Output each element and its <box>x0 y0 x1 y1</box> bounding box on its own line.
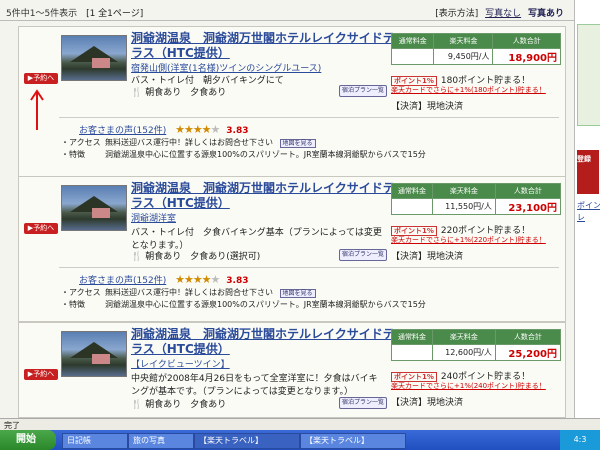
taskbar-item-rakuten-1[interactable]: 【楽天トラベル】 <box>194 433 300 449</box>
plan-name-link[interactable]: 【レイクビューツイン】 <box>131 357 230 370</box>
meals-info: 🍴 朝食あり 夕食あり(選択可) <box>131 252 261 262</box>
sidebar-register-banner[interactable]: 登録 <box>577 150 599 194</box>
access-label: ・アクセス <box>61 288 101 297</box>
price-table: 通常料金 楽天料金 人数合計 12,600円/人 25,200円 <box>391 329 562 361</box>
view-mode-label: [表示方法] <box>435 9 479 19</box>
payment-info: 【決済】現地決済 <box>391 398 464 408</box>
normal-price <box>391 344 433 361</box>
result-count-text: 5件中1～5件表示 <box>6 9 78 19</box>
start-button[interactable]: 開始 <box>0 430 56 450</box>
plan-list-button[interactable]: 宿泊プラン一覧 <box>339 397 387 409</box>
taskbar-item-diary[interactable]: 日記帳 <box>62 433 128 449</box>
plan-list-button[interactable]: 宿泊プラン一覧 <box>339 85 387 97</box>
plan-name-link[interactable]: 洞爺湖洋室 <box>131 211 176 224</box>
star-rating: ★★★★★ <box>175 123 220 136</box>
review-score: 3.83 <box>226 126 249 136</box>
total-price-header: 人数合計 <box>494 329 562 345</box>
result-count: 5件中1～5件表示 [1 全1ページ] <box>6 6 143 19</box>
sidebar-panel <box>577 24 600 126</box>
price-table: 通常料金 楽天料金 人数合計 9,450円/人 18,900円 <box>390 33 561 65</box>
hotel-name-link[interactable]: 洞爺湖温泉 洞爺湖万世閣ホテルレイクサイドテラス（HTC提供） <box>131 181 401 211</box>
rakuten-price-header: 楽天料金 <box>433 33 494 49</box>
reviews-link[interactable]: お客さまの声(152件) <box>79 276 166 286</box>
hotel-photo[interactable] <box>61 331 127 377</box>
access-label: ・アクセス <box>61 138 101 147</box>
rakuten-price: 11,550円/人 <box>431 198 496 215</box>
hotel-name-link[interactable]: 洞爺湖温泉 洞爺湖万世閣ホテルレイクサイドテラス（HTC提供） <box>131 31 401 61</box>
browser-content: 5件中1～5件表示 [1 全1ページ] [表示方法] 写真なし 写真あり ▶予約… <box>0 0 574 418</box>
reviews-row: お客さまの声(152件) ★★★★★ 3.83 <box>79 123 249 136</box>
access-row: ・アクセス 無料送迎バス運行中！詳しくはお問合せ下さい 地図を見る <box>61 287 561 298</box>
meals-info: 🍴 朝食あり 夕食あり <box>131 88 227 98</box>
reserve-button[interactable]: ▶予約へ <box>24 73 58 84</box>
hotel-name-link[interactable]: 洞爺湖温泉 洞爺湖万世閣ホテルレイクサイドテラス（HTC提供） <box>131 327 401 357</box>
feature-text: 洞爺湖温泉中心に位置する源泉100%のスパリゾート。JR室蘭本線洞爺駅からバスで… <box>105 150 426 159</box>
total-price: 23,100円 <box>494 198 562 215</box>
normal-price <box>390 48 435 65</box>
meals-info: 🍴 朝食あり 夕食あり <box>131 400 227 410</box>
plan-description: 中央館が2008年4月26日をもって全室洋室に！夕食はバイキングが基本です。（プ… <box>131 374 378 397</box>
red-arrow-annotation <box>30 89 44 130</box>
taskbar-item-rakuten-2[interactable]: 【楽天トラベル】 <box>300 433 406 449</box>
normal-price <box>391 198 433 215</box>
reserve-button[interactable]: ▶予約へ <box>24 369 58 380</box>
access-text: 無料送迎バス運行中！詳しくはお問合せ下さい <box>105 288 273 297</box>
plan-list-button[interactable]: 宿泊プラン一覧 <box>339 249 387 261</box>
meal-icon: 🍴 <box>131 252 143 262</box>
total-price: 25,200円 <box>494 344 562 361</box>
access-row: ・アクセス 無料送迎バス運行中！詳しくはお問合せ下さい 地図を見る <box>61 137 561 148</box>
feature-label: ・特徴 <box>61 150 85 159</box>
view-no-photo-link[interactable]: 写真なし <box>485 9 521 19</box>
rakuten-price: 12,600円/人 <box>431 344 496 361</box>
hotel-photo[interactable] <box>61 185 127 231</box>
system-tray[interactable]: 4:3 <box>560 430 600 450</box>
normal-price-header: 通常料金 <box>391 183 433 199</box>
hotel-card-3: ▶予約へ 洞爺湖温泉 洞爺湖万世閣ホテルレイクサイドテラス（HTC提供） 【レイ… <box>18 322 566 418</box>
reserve-button[interactable]: ▶予約へ <box>24 223 58 234</box>
taskbar: 開始 日記帳 旅の写真 【楽天トラベル】 【楽天トラベル】 4:3 <box>0 430 600 450</box>
feature-label: ・特徴 <box>61 300 85 309</box>
meal-icon: 🍴 <box>131 88 143 98</box>
normal-price-header: 通常料金 <box>391 329 433 345</box>
map-button[interactable]: 地図を見る <box>279 139 316 148</box>
reviews-link[interactable]: お客さまの声(152件) <box>79 126 166 136</box>
total-price-header: 人数合計 <box>492 33 561 49</box>
results-bar: 5件中1～5件表示 [1 全1ページ] [表示方法] 写真なし 写真あり <box>0 0 574 21</box>
hotel-card-1: ▶予約へ 洞爺湖温泉 洞爺湖万世閣ホテルレイクサイドテラス（HTC提供） 宿発山… <box>18 26 566 178</box>
sidebar-link[interactable]: レ <box>577 212 585 223</box>
right-sidebar: 登録 ポイン レ <box>574 0 600 418</box>
card-promo-link[interactable]: 楽天カードでさらに+1%(240ポイント)貯まる！ <box>391 381 546 391</box>
payment-info: 【決済】現地決済 <box>391 252 464 262</box>
feature-row: ・特徴 洞爺湖温泉中心に位置する源泉100%のスパリゾート。JR室蘭本線洞爺駅から… <box>61 299 561 310</box>
card-promo-link[interactable]: 楽天カードでさらに+1%(180ポイント)貯まる！ <box>391 85 546 95</box>
review-score: 3.83 <box>226 276 249 286</box>
payment-info: 【決済】現地決済 <box>391 102 464 112</box>
total-price: 18,900円 <box>492 48 561 65</box>
rakuten-price-header: 楽天料金 <box>431 183 496 199</box>
page-info: [1 全1ページ] <box>86 9 144 19</box>
rakuten-price: 9,450円/人 <box>433 48 494 65</box>
hotel-card-2: ▶予約へ 洞爺湖温泉 洞爺湖万世閣ホテルレイクサイドテラス（HTC提供） 洞爺湖… <box>18 176 566 322</box>
view-photo-link[interactable]: 写真あり <box>528 9 564 19</box>
feature-text: 洞爺湖温泉中心に位置する源泉100%のスパリゾート。JR室蘭本線洞爺駅からバスで… <box>105 300 426 309</box>
plan-description: バス・トイレ付 夕食バイキング基本（プランによっては変更となります。） <box>131 228 382 251</box>
price-table: 通常料金 楽天料金 人数合計 11,550円/人 23,100円 <box>391 183 562 215</box>
access-text: 無料送迎バス運行中！詳しくはお問合せ下さい <box>105 138 273 147</box>
feature-row: ・特徴 洞爺湖温泉中心に位置する源泉100%のスパリゾート。JR室蘭本線洞爺駅から… <box>61 149 561 160</box>
divider <box>59 267 559 268</box>
taskbar-item-photos[interactable]: 旅の写真 <box>128 433 194 449</box>
card-promo-link[interactable]: 楽天カードでさらに+1%(220ポイント)貯まる！ <box>391 235 546 245</box>
star-rating: ★★★★★ <box>175 273 220 286</box>
rakuten-price-header: 楽天料金 <box>431 329 496 345</box>
view-mode: [表示方法] 写真なし 写真あり <box>435 6 564 19</box>
total-price-header: 人数合計 <box>494 183 562 199</box>
hotel-photo[interactable] <box>61 35 127 81</box>
divider <box>59 117 559 118</box>
sidebar-point-link[interactable]: ポイン <box>577 200 600 211</box>
meal-icon: 🍴 <box>131 400 143 410</box>
normal-price-header: 通常料金 <box>390 33 435 49</box>
reviews-row: お客さまの声(152件) ★★★★★ 3.83 <box>79 273 249 286</box>
map-button[interactable]: 地図を見る <box>279 289 316 298</box>
